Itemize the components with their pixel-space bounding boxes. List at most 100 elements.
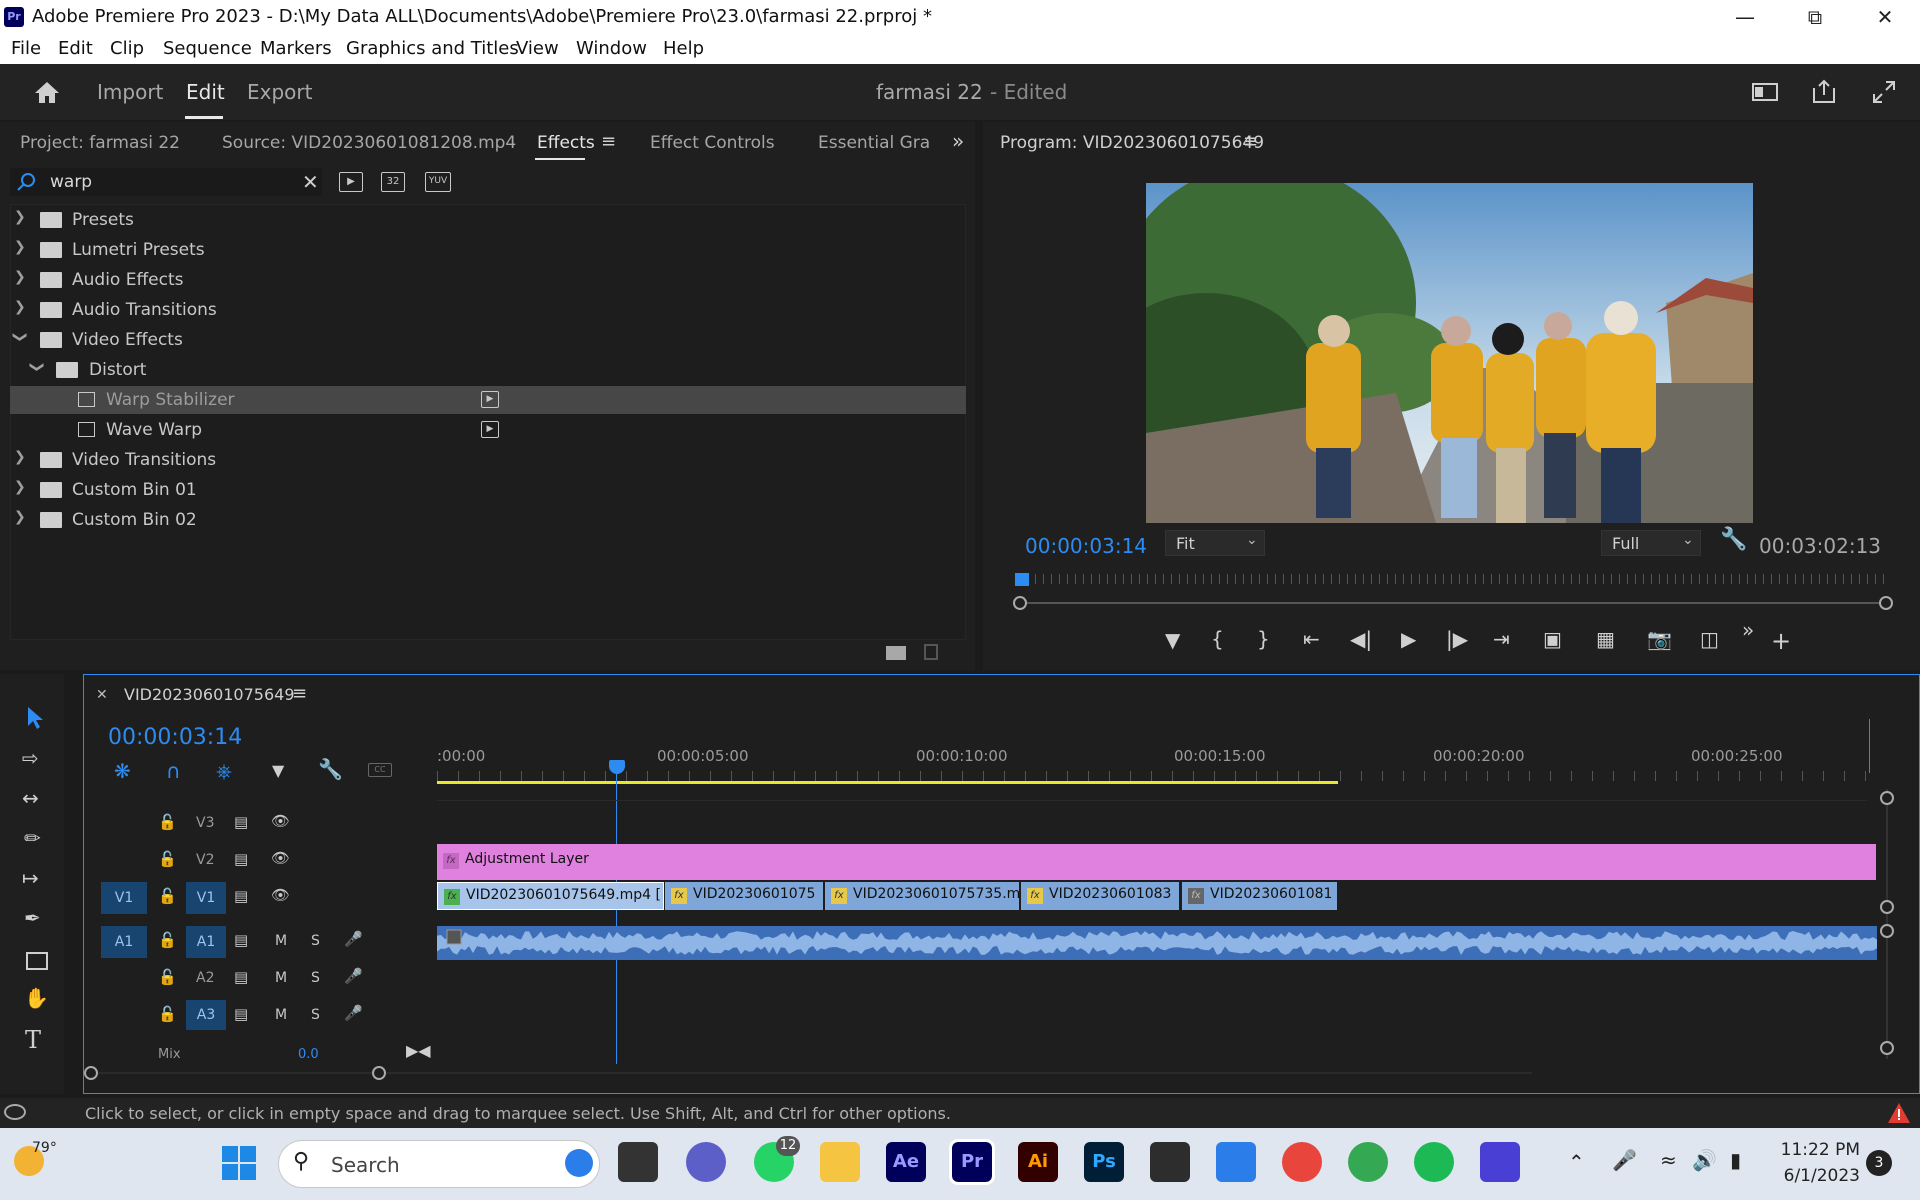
settings-wrench-icon[interactable]: 🔧 xyxy=(1720,527,1747,552)
clock-date[interactable]: 6/1/2023 xyxy=(1780,1166,1860,1186)
menu-help[interactable]: Help xyxy=(663,38,704,59)
tree-item-custom-bin-01[interactable]: ❯ Custom Bin 01 xyxy=(10,476,966,504)
tree-item-audio-transitions[interactable]: ❯ Audio Transitions xyxy=(10,296,966,324)
timeline-settings-wrench-icon[interactable]: 🔧 xyxy=(318,757,343,781)
eye-icon[interactable]: 👁 xyxy=(271,886,290,904)
task-view-icon[interactable] xyxy=(618,1142,658,1182)
pen-tool-icon[interactable]: ✒ xyxy=(24,906,41,930)
chrome-profile-icon[interactable] xyxy=(1348,1142,1388,1182)
adjustment-layer-clip[interactable]: fx Adjustment Layer xyxy=(437,844,1876,880)
video-clip-2[interactable]: fx VID20230601075 xyxy=(665,882,823,910)
premiere-pro-icon[interactable]: Pr xyxy=(949,1139,995,1185)
monitor-ruler[interactable] xyxy=(1019,574,1885,584)
tree-item-wave-warp[interactable]: Wave Warp ▶ xyxy=(10,416,966,444)
panel-menu-icon[interactable]: ≡ xyxy=(1243,131,1258,152)
eye-icon[interactable]: 👁 xyxy=(271,812,290,830)
delete-icon[interactable] xyxy=(924,644,938,660)
sync-lock-icon[interactable]: ▤ xyxy=(234,931,248,949)
mix-value[interactable]: 0.0 xyxy=(298,1047,319,1059)
maximize-button[interactable]: ⧉ xyxy=(1780,0,1850,35)
warning-icon[interactable] xyxy=(1887,1102,1911,1124)
tree-item-warp-stabilizer[interactable]: Warp Stabilizer ▶ xyxy=(10,386,966,414)
horizontal-scrollbar[interactable] xyxy=(92,1072,1532,1074)
step-forward-icon[interactable]: |▶ xyxy=(1446,627,1468,651)
after-effects-icon[interactable]: Ae xyxy=(886,1142,926,1182)
video-scroll-handle-top[interactable] xyxy=(1880,791,1894,805)
battery-icon[interactable]: ▮ xyxy=(1730,1148,1741,1172)
sequence-tab[interactable]: VID20230601075649 xyxy=(124,685,295,704)
track-header-a1[interactable]: 🔓 A1 ▤ M S 🎤 xyxy=(124,926,454,958)
32bit-filter-button[interactable]: 32 xyxy=(381,172,405,192)
mark-in-icon[interactable]: { xyxy=(1211,627,1224,651)
track-select-tool-icon[interactable]: ⇨ xyxy=(22,746,39,770)
yuv-filter-button[interactable]: YUV xyxy=(425,172,451,192)
button-editor-plus-icon[interactable]: + xyxy=(1771,627,1791,655)
panel-menu-icon[interactable]: ≡ xyxy=(601,131,616,152)
clock-time[interactable]: 11:22 PM xyxy=(1780,1140,1860,1160)
menu-clip[interactable]: Clip xyxy=(110,38,144,59)
teams-chat-icon[interactable] xyxy=(686,1142,726,1182)
illustrator-icon[interactable]: Ai xyxy=(1018,1142,1058,1182)
volume-icon[interactable]: 🔊 xyxy=(1692,1148,1717,1172)
video-clip-5[interactable]: fx VID20230601081 xyxy=(1182,882,1337,910)
spotify-icon[interactable] xyxy=(1414,1142,1454,1182)
tree-item-video-transitions[interactable]: ❯ Video Transitions xyxy=(10,446,966,474)
windows-start-icon[interactable] xyxy=(222,1146,256,1180)
comparison-view-icon[interactable]: ◫ xyxy=(1700,627,1719,651)
extract-icon[interactable]: ▦ xyxy=(1596,627,1615,651)
microphone-icon[interactable]: 🎤 xyxy=(1612,1148,1637,1172)
tree-item-video-effects[interactable]: ❯ Video Effects xyxy=(10,326,966,354)
selection-tool-icon[interactable] xyxy=(26,706,46,730)
mute-button[interactable]: M xyxy=(275,1007,287,1023)
new-bin-icon[interactable] xyxy=(886,646,906,660)
menu-sequence[interactable]: Sequence xyxy=(163,38,252,59)
microphone-icon[interactable]: 🎤 xyxy=(344,930,363,948)
resolution-select[interactable]: Full ⌄ xyxy=(1601,530,1701,556)
export-frame-camera-icon[interactable]: 📷 xyxy=(1647,627,1672,651)
tree-item-presets[interactable]: ❯ Presets xyxy=(10,206,966,234)
accelerated-effects-filter-icon[interactable]: ▶ xyxy=(339,172,363,192)
app-icon[interactable] xyxy=(1480,1142,1520,1182)
notifications-badge[interactable]: 3 xyxy=(1866,1150,1892,1176)
panel-menu-icon[interactable]: ≡ xyxy=(292,683,307,704)
tab-essential-graphics[interactable]: Essential Gra xyxy=(818,133,930,153)
sync-lock-icon[interactable]: ▤ xyxy=(234,813,248,831)
photoshop-icon[interactable]: Ps xyxy=(1084,1142,1124,1182)
search-box[interactable]: warp ✕ xyxy=(10,168,322,196)
type-tool-icon[interactable]: T xyxy=(25,1026,41,1054)
tab-import[interactable]: Import xyxy=(97,80,163,104)
tree-item-lumetri-presets[interactable]: ❯ Lumetri Presets xyxy=(10,236,966,264)
go-to-end-icon[interactable]: ▶◀ xyxy=(406,1041,431,1060)
add-marker-icon[interactable]: ▼ xyxy=(272,761,284,780)
video-clip-4[interactable]: fx VID20230601083 xyxy=(1021,882,1179,910)
lift-icon[interactable]: ▣ xyxy=(1543,627,1562,651)
minimize-button[interactable]: — xyxy=(1710,0,1780,35)
step-back-icon[interactable]: ◀| xyxy=(1350,627,1372,651)
audio-scroll-handle-bottom[interactable] xyxy=(1880,1041,1894,1055)
menu-file[interactable]: File xyxy=(11,38,41,59)
zoom-select[interactable]: Fit ⌄ xyxy=(1165,530,1265,556)
tree-item-custom-bin-02[interactable]: ❯ Custom Bin 02 xyxy=(10,506,966,534)
solo-button[interactable]: S xyxy=(311,970,320,986)
audio-clip-a1[interactable] xyxy=(437,926,1877,960)
davinci-resolve-icon[interactable] xyxy=(1150,1142,1190,1182)
menu-markers[interactable]: Markers xyxy=(260,38,332,59)
search-input[interactable]: warp xyxy=(50,172,92,192)
work-area-bar[interactable] xyxy=(437,781,1338,784)
tab-effect-controls[interactable]: Effect Controls xyxy=(650,133,775,153)
sync-lock-icon[interactable]: ▤ xyxy=(234,968,248,986)
more-buttons-icon[interactable]: » xyxy=(1742,618,1754,642)
fullscreen-icon[interactable] xyxy=(1871,79,1897,105)
microphone-icon[interactable]: 🎤 xyxy=(344,967,363,985)
bing-icon[interactable] xyxy=(565,1149,593,1177)
play-icon[interactable]: ▶ xyxy=(1401,627,1416,651)
workspaces-icon[interactable] xyxy=(1752,82,1778,102)
solo-button[interactable]: S xyxy=(311,933,320,949)
video-clip-3[interactable]: fx VID20230601075735.m xyxy=(825,882,1019,910)
go-to-out-icon[interactable]: ⇥ xyxy=(1493,627,1510,651)
tab-effects[interactable]: Effects xyxy=(537,133,595,153)
share-icon[interactable] xyxy=(1811,78,1837,104)
zoom-bar[interactable] xyxy=(1019,602,1885,604)
tab-edit[interactable]: Edit xyxy=(186,80,225,104)
nest-toggle-icon[interactable]: ❋ xyxy=(114,759,131,783)
